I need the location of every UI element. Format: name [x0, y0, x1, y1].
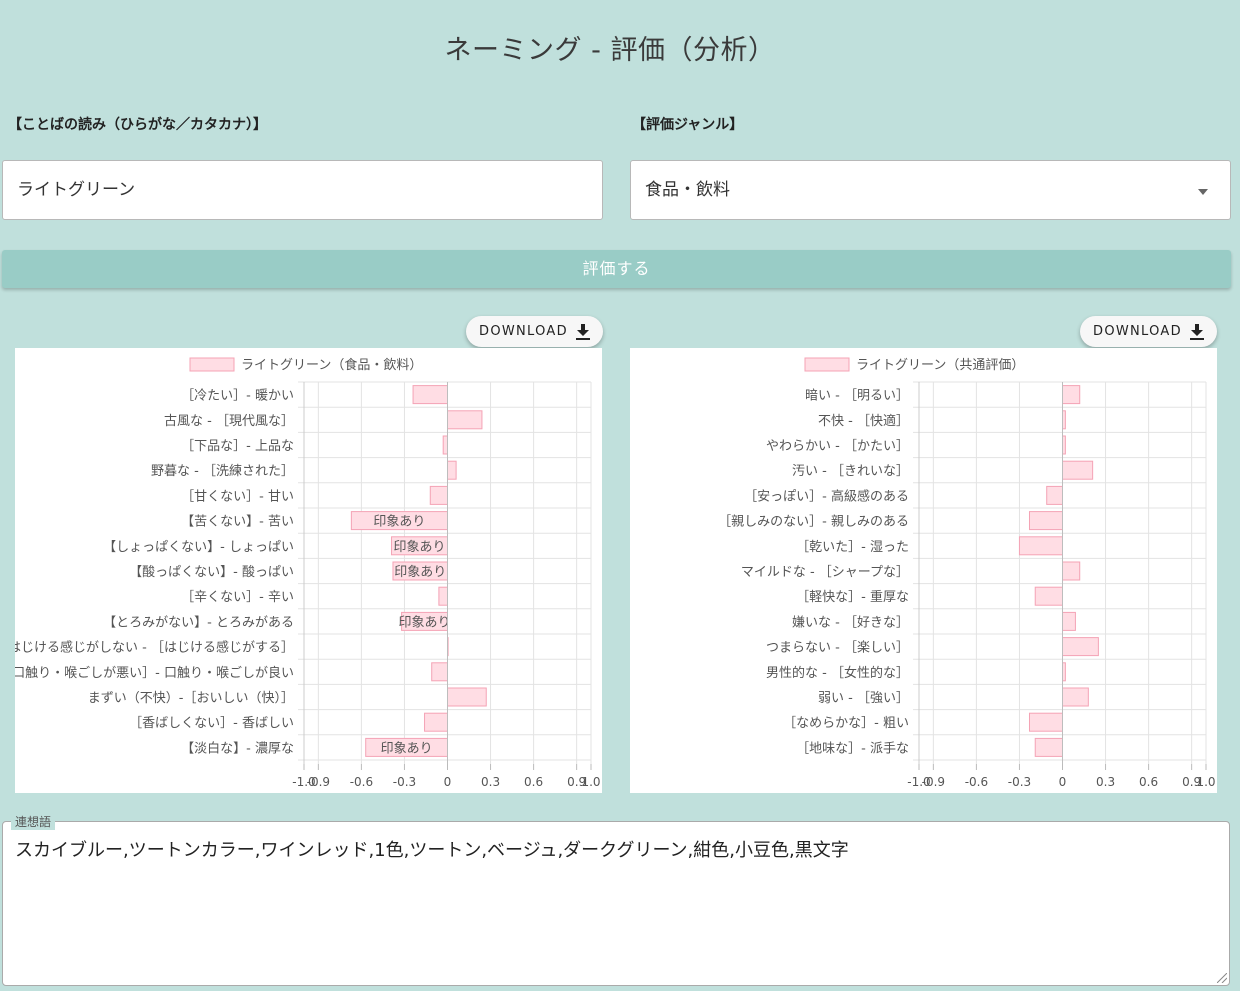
- category-label: ［地味な］- 派手な: [796, 741, 909, 756]
- x-tick-label: -0.3: [1008, 775, 1031, 789]
- page-title: ネーミング - 評価（分析）: [444, 35, 776, 66]
- x-tick-label: 0.3: [481, 775, 500, 789]
- x-tick-label: 1.0: [581, 775, 600, 789]
- data-bar: [1062, 385, 1081, 405]
- category-label: マイルドな - ［シャープな］: [741, 565, 909, 580]
- category-label: ［軽快な］- 重厚な: [796, 589, 909, 605]
- data-bar: [412, 385, 448, 405]
- chart-food-beverage: ライトグリーン（食品・飲料） -1.0 -0.9 -0.6 -0.3 0 0.3 0.6 0.9…: [15, 348, 602, 793]
- category-label: 【とろみがない】- とろみがある: [103, 615, 294, 630]
- category-label: 男性的な - ［女性的な］: [766, 665, 909, 681]
- category-label: 野暮な - ［洗練された］: [151, 464, 294, 479]
- associations-text: スカイブルー,ツートンカラー,ワインレッド,1色,ツートン,ベージュ,ダークグリ…: [15, 840, 849, 861]
- category-label: はじける感じがしない - ［はじける感じがする］: [15, 640, 294, 656]
- category-label: ［安っぽい］- 高級感のある: [744, 488, 909, 504]
- resize-grip-icon[interactable]: [1217, 973, 1227, 983]
- data-bar: [447, 460, 457, 480]
- data-bar: [1028, 511, 1063, 531]
- data-bar: [1018, 536, 1064, 556]
- genre-select[interactable]: 食品・飲料: [630, 160, 1231, 220]
- x-tick-label: -0.9: [922, 775, 945, 789]
- x-tick-label: -0.9: [307, 775, 330, 789]
- associations-field[interactable]: 連想語 スカイブルー,ツートンカラー,ワインレッド,1色,ツートン,ベージュ,ダ…: [2, 813, 1230, 986]
- category-label: ［冷たい］- 暖かい: [181, 389, 294, 404]
- genre-label: 【評価ジャンル】: [632, 117, 744, 133]
- bar-label: 印象あり: [399, 615, 451, 630]
- data-bar: [1062, 687, 1089, 707]
- data-bar: [1034, 737, 1063, 757]
- category-label: まずい（不快）-［おいしい（快）］: [88, 691, 294, 706]
- chart-svg: ライトグリーン（共通評価）-1.0-0.9 -0.6 -0.3 0 0.3 0.6 0.91…: [718, 357, 1216, 789]
- data-bar: [447, 687, 487, 707]
- category-label: ［辛くない］- 辛い: [181, 590, 294, 605]
- category-label: ［下品な］- 上品な: [181, 439, 294, 454]
- reading-input-value: ライトグリーン: [17, 180, 136, 200]
- legend-swatch: [804, 357, 850, 372]
- category-label: 口触り・喉ごしが悪い］- 口触り・喉ごしが良い: [15, 665, 294, 681]
- category-label: 不快 - ［快適］: [818, 413, 909, 429]
- x-tick-label: 0: [1059, 775, 1067, 789]
- category-label: 弱い - ［強い］: [818, 691, 909, 706]
- category-label: 【苦くない】- 苦い: [181, 514, 294, 530]
- associations-legend: 連想語: [11, 813, 56, 830]
- chart-svg: ライトグリーン（食品・飲料）-1.0-0.9 -0.6 -0.3 0 0.3 0.6 0.9…: [15, 357, 601, 789]
- download-label: DOWNLOAD: [479, 324, 568, 339]
- category-label: 嫌いな - ［好きな］: [792, 615, 909, 630]
- data-bar: [429, 485, 448, 505]
- reading-label: 【ことばの読み（ひらがな／カタカナ）】: [8, 117, 267, 133]
- data-bar: [1046, 485, 1063, 505]
- category-label: 【淡白な】- 濃厚な: [181, 740, 294, 756]
- download-button-2[interactable]: DOWNLOAD: [1080, 316, 1217, 347]
- reading-input[interactable]: ライトグリーン: [2, 160, 603, 220]
- category-label: ［香ばしくない］- 香ばしい: [129, 716, 294, 731]
- data-bar: [1034, 586, 1063, 606]
- category-label: 古風な - ［現代風な］: [164, 414, 294, 429]
- bar-label: 印象あり: [381, 741, 433, 756]
- legend-label: ライトグリーン（食品・飲料）: [241, 357, 422, 373]
- chevron-down-icon: [1198, 189, 1208, 195]
- category-label: ［乾いた］- 湿った: [796, 540, 909, 555]
- x-tick-label: -0.6: [965, 775, 988, 789]
- category-label: やわらかい - ［かたい］: [766, 439, 909, 454]
- data-bar: [1062, 637, 1099, 657]
- data-bar: [447, 410, 483, 430]
- data-bar: [1062, 460, 1094, 480]
- chart-common-evaluation: ライトグリーン（共通評価） -1.0 -0.9 -0.6 -0.3 0 0.3 0.6 0.9 1…: [630, 348, 1217, 793]
- legend-label: ライトグリーン（共通評価）: [856, 358, 1024, 373]
- genre-select-value: 食品・飲料: [645, 180, 730, 200]
- category-label: ［親しみのない］- 親しみのある: [718, 515, 909, 530]
- category-label: つまらない - ［楽しい］: [766, 640, 909, 656]
- x-tick-label: 1.0: [1196, 775, 1215, 789]
- evaluate-button[interactable]: 評価する: [2, 250, 1231, 288]
- x-tick-label: -0.6: [350, 775, 373, 789]
- category-label: 暗い - ［明るい］: [805, 389, 909, 404]
- data-bar: [438, 586, 449, 606]
- bar-label: 印象あり: [373, 515, 425, 530]
- download-icon: [575, 323, 590, 340]
- data-bar: [1062, 561, 1081, 581]
- x-tick-label: 0.3: [1096, 775, 1115, 789]
- bar-label: 印象あり: [394, 540, 446, 555]
- bar-label: 印象あり: [394, 565, 446, 580]
- data-bar: [1028, 712, 1063, 732]
- data-bar: [442, 435, 449, 455]
- x-tick-label: -0.3: [393, 775, 416, 789]
- download-label: DOWNLOAD: [1093, 324, 1182, 339]
- data-bar: [431, 662, 448, 682]
- download-icon: [1189, 323, 1204, 340]
- x-tick-label: 0.6: [1139, 775, 1158, 789]
- category-label: ［なめらかな］- 粗い: [783, 716, 909, 731]
- legend-swatch: [189, 357, 235, 372]
- category-label: 汚い - ［きれいな］: [792, 464, 909, 479]
- data-bar: [424, 712, 449, 732]
- x-tick-label: 0.6: [524, 775, 543, 789]
- category-label: 【酸っぱくない】- 酸っぱい: [129, 565, 294, 580]
- download-button-1[interactable]: DOWNLOAD: [466, 316, 603, 347]
- category-label: ［甘くない］- 甘い: [181, 489, 294, 504]
- data-bar: [1062, 611, 1076, 631]
- category-label: 【しょっぱくない】- しょっぱい: [103, 540, 294, 555]
- x-tick-label: 0: [444, 775, 452, 789]
